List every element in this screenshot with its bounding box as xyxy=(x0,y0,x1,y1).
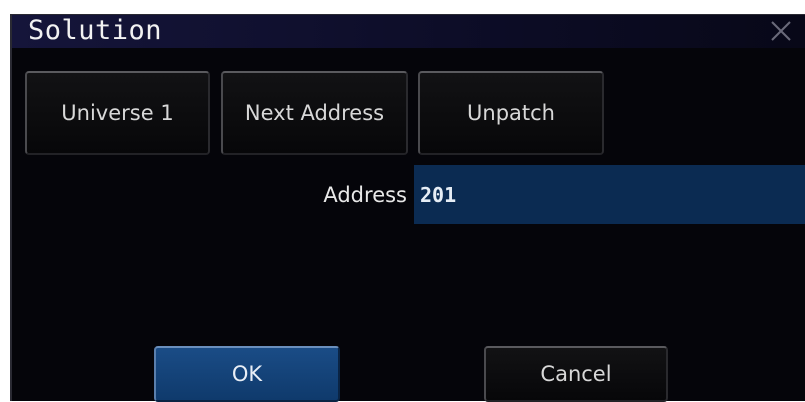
next-address-button-label: Next Address xyxy=(244,101,385,125)
close-icon xyxy=(771,21,791,41)
solution-dialog: Solution Universe 1 Next Address Unpatch… xyxy=(10,14,805,402)
address-value: 201 xyxy=(420,182,457,207)
dialog-titlebar[interactable]: Solution xyxy=(12,15,805,48)
next-address-button[interactable]: Next Address xyxy=(221,71,408,155)
address-label: Address xyxy=(323,183,407,207)
address-input[interactable]: 201 xyxy=(414,165,805,224)
ok-button-label: OK xyxy=(231,362,263,386)
ok-button[interactable]: OK xyxy=(154,346,340,402)
close-button[interactable] xyxy=(769,19,793,43)
universe-button-label: Universe 1 xyxy=(61,101,174,125)
unpatch-button[interactable]: Unpatch xyxy=(418,71,604,155)
universe-button[interactable]: Universe 1 xyxy=(25,71,210,155)
unpatch-button-label: Unpatch xyxy=(467,101,555,125)
dialog-title: Solution xyxy=(28,15,163,46)
cancel-button[interactable]: Cancel xyxy=(484,346,668,402)
cancel-button-label: Cancel xyxy=(540,362,612,386)
